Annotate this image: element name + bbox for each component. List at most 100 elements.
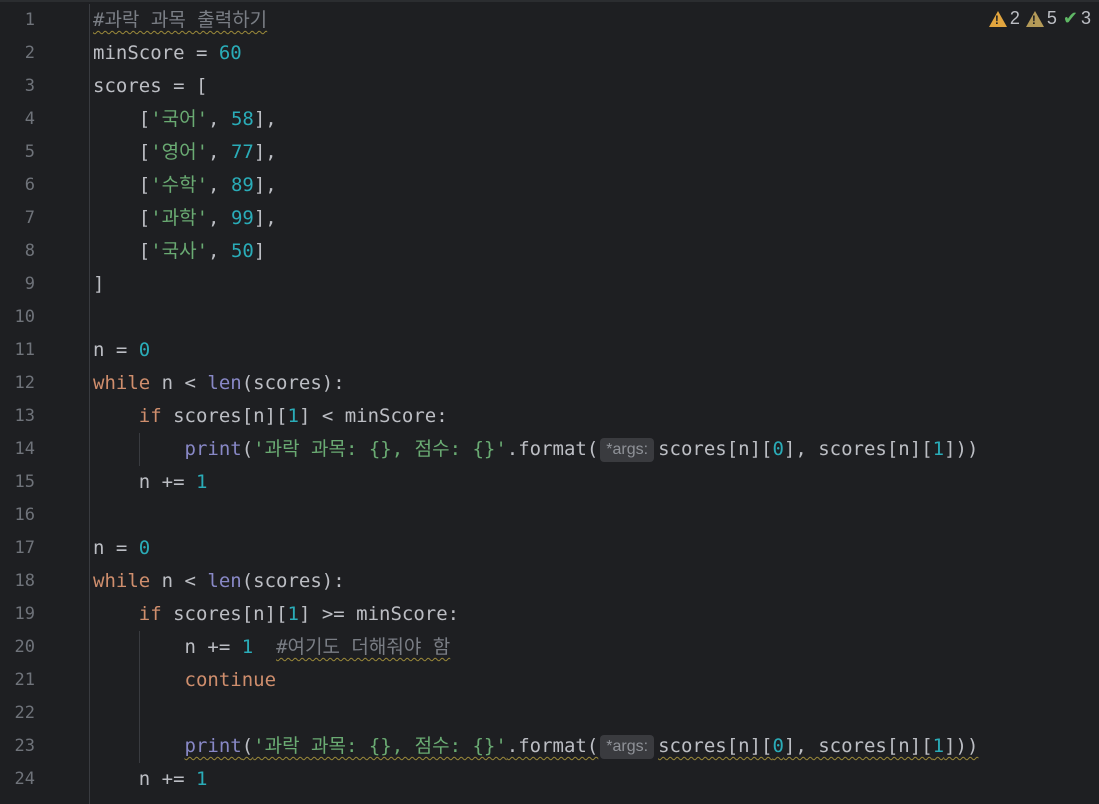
- code-line-15[interactable]: n += 1: [93, 466, 1093, 499]
- number-literal: 58: [230, 108, 254, 130]
- line-number[interactable]: 21: [0, 664, 89, 697]
- code-text: ] < minScore:: [298, 405, 448, 427]
- bracket: ]: [253, 240, 266, 262]
- code-text: n +=: [93, 471, 196, 493]
- code-line-1[interactable]: #과락 과목 출력하기: [93, 4, 1093, 37]
- code-text: n =: [93, 339, 139, 361]
- code-line-9[interactable]: ]: [93, 268, 1093, 301]
- line-number[interactable]: 2: [0, 37, 89, 70]
- line-number[interactable]: 18: [0, 565, 89, 598]
- string-literal: '과락 과목: {}, 점수: {}': [253, 735, 507, 757]
- code-line-5[interactable]: ['영어', 77],: [93, 136, 1093, 169]
- code-text: (scores):: [241, 372, 345, 394]
- bracket: ],: [253, 108, 277, 130]
- line-number[interactable]: 14: [0, 433, 89, 466]
- code-line-4[interactable]: ['국어', 58],: [93, 103, 1093, 136]
- method-call: .format(: [506, 735, 599, 757]
- line-number-gutter[interactable]: 1 2 3 4 5 6 7 8 9 10 11 12 13 14 15 16 17 18 19 20 21 22 23 24: [0, 4, 90, 804]
- bracket: ]: [93, 273, 105, 295]
- keyword: while: [93, 570, 151, 592]
- line-number[interactable]: 20: [0, 631, 89, 664]
- line-number[interactable]: 22: [0, 697, 89, 730]
- code-line-14[interactable]: print('과락 과목: {}, 점수: {}'.format(*args: s…: [93, 433, 1093, 466]
- number-literal: 60: [218, 42, 242, 64]
- parameter-hint: *args:: [600, 438, 655, 462]
- separator: ,: [208, 108, 231, 130]
- line-number[interactable]: 8: [0, 235, 89, 268]
- code-line-10[interactable]: [93, 301, 1093, 334]
- separator: ,: [208, 141, 231, 163]
- code-line-12[interactable]: while n < len(scores):: [93, 367, 1093, 400]
- code-text: scores[n][: [658, 438, 773, 460]
- code-line-17[interactable]: n = 0: [93, 532, 1093, 565]
- line-number[interactable]: 11: [0, 334, 89, 367]
- code-line-20[interactable]: n += 1 #여기도 더해줘야 함: [93, 631, 1093, 664]
- line-number[interactable]: 6: [0, 169, 89, 202]
- code-text: ], scores[n][: [783, 735, 933, 757]
- line-number[interactable]: 4: [0, 103, 89, 136]
- code-text: scores[n][: [658, 735, 773, 757]
- line-number[interactable]: 7: [0, 202, 89, 235]
- code-line-3[interactable]: scores = [: [93, 70, 1093, 103]
- separator: ,: [208, 174, 231, 196]
- code-line-13[interactable]: if scores[n][1] < minScore:: [93, 400, 1093, 433]
- method-call: .format(: [506, 438, 599, 460]
- code-line-21[interactable]: continue: [93, 664, 1093, 697]
- line-number[interactable]: 3: [0, 70, 89, 103]
- code-line-22[interactable]: [93, 697, 1093, 730]
- code-text: n +=: [93, 636, 242, 658]
- code-editor[interactable]: 1 2 3 4 5 6 7 8 9 10 11 12 13 14 15 16 17 18 19 20 21 22 23 24 …: [0, 0, 1099, 804]
- code-text: ])): [944, 735, 979, 757]
- code-text: scores[n][: [161, 405, 288, 427]
- line-number[interactable]: 23: [0, 730, 89, 763]
- separator: ,: [208, 240, 231, 262]
- string-literal: '과락 과목: {}, 점수: {}': [253, 438, 507, 460]
- code-line-16[interactable]: [93, 499, 1093, 532]
- line-number[interactable]: 9: [0, 268, 89, 301]
- comment: #과락 과목 출력하기: [93, 9, 268, 31]
- number-literal: 0: [772, 735, 784, 757]
- parameter-hint: *args:: [600, 735, 655, 759]
- code-text: n =: [93, 537, 139, 559]
- line-number[interactable]: 1: [0, 4, 89, 37]
- line-number[interactable]: 19: [0, 598, 89, 631]
- code-text: scores = [: [93, 75, 208, 97]
- line-number[interactable]: 5: [0, 136, 89, 169]
- string-literal: '과학': [150, 207, 209, 229]
- number-literal: 89: [230, 174, 254, 196]
- string-literal: '국어': [150, 108, 209, 130]
- line-number[interactable]: 12: [0, 367, 89, 400]
- keyword: continue: [184, 669, 277, 691]
- string-literal: '수학': [150, 174, 209, 196]
- line-number[interactable]: 15: [0, 466, 89, 499]
- code-line-23[interactable]: print('과락 과목: {}, 점수: {}'.format(*args: s…: [93, 730, 1093, 763]
- string-literal: '국사': [150, 240, 209, 262]
- code-line-19[interactable]: if scores[n][1] >= minScore:: [93, 598, 1093, 631]
- number-literal: 1: [932, 438, 945, 460]
- bracket: ],: [253, 207, 277, 229]
- code-line-8[interactable]: ['국사', 50]: [93, 235, 1093, 268]
- keyword: while: [93, 372, 151, 394]
- code-line-18[interactable]: while n < len(scores):: [93, 565, 1093, 598]
- line-number[interactable]: 13: [0, 400, 89, 433]
- code-line-11[interactable]: n = 0: [93, 334, 1093, 367]
- line-number[interactable]: 16: [0, 499, 89, 532]
- code-area[interactable]: #과락 과목 출력하기 minScore = 60 scores = [ ['국…: [93, 4, 1093, 796]
- line-number[interactable]: 17: [0, 532, 89, 565]
- code-line-7[interactable]: ['과학', 99],: [93, 202, 1093, 235]
- code-line-24[interactable]: n += 1: [93, 763, 1093, 796]
- line-number[interactable]: 24: [0, 763, 89, 796]
- bracket: [: [93, 141, 151, 163]
- code-line-6[interactable]: ['수학', 89],: [93, 169, 1093, 202]
- string-literal: '영어': [150, 141, 209, 163]
- comment: #여기도 더해줘야 함: [276, 636, 451, 658]
- code-line-2[interactable]: minScore = 60: [93, 37, 1093, 70]
- editor-top-border: [0, 0, 1099, 2]
- bracket: [: [93, 108, 151, 130]
- line-number[interactable]: 10: [0, 301, 89, 334]
